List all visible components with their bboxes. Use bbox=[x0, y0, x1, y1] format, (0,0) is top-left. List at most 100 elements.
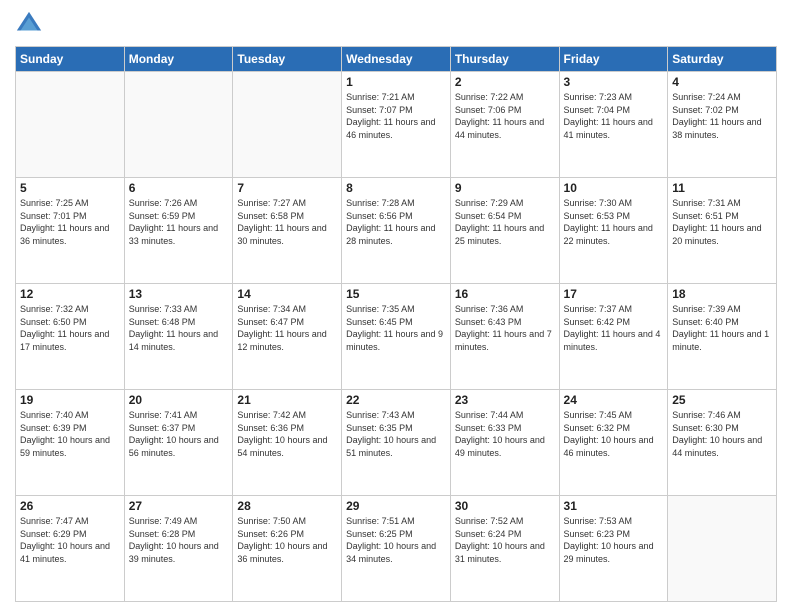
page: SundayMondayTuesdayWednesdayThursdayFrid… bbox=[0, 0, 792, 612]
day-info: Sunrise: 7:50 AM Sunset: 6:26 PM Dayligh… bbox=[237, 515, 337, 565]
day-info: Sunrise: 7:30 AM Sunset: 6:53 PM Dayligh… bbox=[564, 197, 664, 247]
day-number: 2 bbox=[455, 75, 555, 89]
day-number: 30 bbox=[455, 499, 555, 513]
day-info: Sunrise: 7:46 AM Sunset: 6:30 PM Dayligh… bbox=[672, 409, 772, 459]
day-info: Sunrise: 7:35 AM Sunset: 6:45 PM Dayligh… bbox=[346, 303, 446, 353]
calendar-cell: 31 Sunrise: 7:53 AM Sunset: 6:23 PM Dayli… bbox=[559, 496, 668, 602]
calendar-cell: 7 Sunrise: 7:27 AM Sunset: 6:58 PM Daylig… bbox=[233, 178, 342, 284]
day-info: Sunrise: 7:24 AM Sunset: 7:02 PM Dayligh… bbox=[672, 91, 772, 141]
day-number: 12 bbox=[20, 287, 120, 301]
calendar-cell: 5 Sunrise: 7:25 AM Sunset: 7:01 PM Daylig… bbox=[16, 178, 125, 284]
logo-icon bbox=[15, 10, 43, 38]
day-info: Sunrise: 7:51 AM Sunset: 6:25 PM Dayligh… bbox=[346, 515, 446, 565]
day-number: 15 bbox=[346, 287, 446, 301]
calendar-cell: 11 Sunrise: 7:31 AM Sunset: 6:51 PM Dayli… bbox=[668, 178, 777, 284]
calendar-cell: 13Sunrise: 7:33 AM Sunset: 6:48 PM Dayli… bbox=[124, 284, 233, 390]
calendar-cell: 21 Sunrise: 7:42 AM Sunset: 6:36 PM Dayli… bbox=[233, 390, 342, 496]
day-info: Sunrise: 7:27 AM Sunset: 6:58 PM Dayligh… bbox=[237, 197, 337, 247]
day-info: Sunrise: 7:25 AM Sunset: 7:01 PM Dayligh… bbox=[20, 197, 120, 247]
day-info: Sunrise: 7:23 AM Sunset: 7:04 PM Dayligh… bbox=[564, 91, 664, 141]
day-info: Sunrise: 7:39 AM Sunset: 6:40 PM Dayligh… bbox=[672, 303, 772, 353]
day-header-tuesday: Tuesday bbox=[233, 47, 342, 72]
day-info: Sunrise: 7:26 AM Sunset: 6:59 PM Dayligh… bbox=[129, 197, 229, 247]
calendar-cell: 18 Sunrise: 7:39 AM Sunset: 6:40 PM Dayli… bbox=[668, 284, 777, 390]
calendar-cell: 20 Sunrise: 7:41 AM Sunset: 6:37 PM Dayli… bbox=[124, 390, 233, 496]
calendar-cell: 22 Sunrise: 7:43 AM Sunset: 6:35 PM Dayli… bbox=[342, 390, 451, 496]
day-number: 4 bbox=[672, 75, 772, 89]
day-number: 8 bbox=[346, 181, 446, 195]
day-info: Sunrise: 7:43 AM Sunset: 6:35 PM Dayligh… bbox=[346, 409, 446, 459]
day-number: 17 bbox=[564, 287, 664, 301]
calendar-cell bbox=[668, 496, 777, 602]
day-info: Sunrise: 7:32 AM Sunset: 6:50 PM Dayligh… bbox=[20, 303, 120, 353]
day-info: Sunrise: 7:28 AM Sunset: 6:56 PM Dayligh… bbox=[346, 197, 446, 247]
calendar-cell: 8 Sunrise: 7:28 AM Sunset: 6:56 PM Daylig… bbox=[342, 178, 451, 284]
day-number: 16 bbox=[455, 287, 555, 301]
calendar-cell: 3 Sunrise: 7:23 AM Sunset: 7:04 PM Daylig… bbox=[559, 72, 668, 178]
day-info: Sunrise: 7:36 AM Sunset: 6:43 PM Dayligh… bbox=[455, 303, 555, 353]
calendar-cell: 6 Sunrise: 7:26 AM Sunset: 6:59 PM Daylig… bbox=[124, 178, 233, 284]
calendar-cell: 19 Sunrise: 7:40 AM Sunset: 6:39 PM Dayli… bbox=[16, 390, 125, 496]
day-number: 7 bbox=[237, 181, 337, 195]
day-number: 28 bbox=[237, 499, 337, 513]
day-number: 1 bbox=[346, 75, 446, 89]
day-header-saturday: Saturday bbox=[668, 47, 777, 72]
calendar-table: SundayMondayTuesdayWednesdayThursdayFrid… bbox=[15, 46, 777, 602]
day-number: 31 bbox=[564, 499, 664, 513]
calendar-cell bbox=[16, 72, 125, 178]
calendar-cell: 16 Sunrise: 7:36 AM Sunset: 6:43 PM Dayli… bbox=[450, 284, 559, 390]
day-number: 20 bbox=[129, 393, 229, 407]
calendar-cell: 10 Sunrise: 7:30 AM Sunset: 6:53 PM Dayli… bbox=[559, 178, 668, 284]
day-number: 27 bbox=[129, 499, 229, 513]
calendar: SundayMondayTuesdayWednesdayThursdayFrid… bbox=[15, 46, 777, 602]
week-row-4: 19 Sunrise: 7:40 AM Sunset: 6:39 PM Dayli… bbox=[16, 390, 777, 496]
calendar-cell bbox=[124, 72, 233, 178]
day-info: Sunrise: 7:37 AM Sunset: 6:42 PM Dayligh… bbox=[564, 303, 664, 353]
day-number: 18 bbox=[672, 287, 772, 301]
header-row: SundayMondayTuesdayWednesdayThursdayFrid… bbox=[16, 47, 777, 72]
day-info: Sunrise: 7:53 AM Sunset: 6:23 PM Dayligh… bbox=[564, 515, 664, 565]
day-number: 24 bbox=[564, 393, 664, 407]
day-number: 9 bbox=[455, 181, 555, 195]
day-number: 21 bbox=[237, 393, 337, 407]
day-number: 10 bbox=[564, 181, 664, 195]
week-row-1: 1 Sunrise: 7:21 AM Sunset: 7:07 PM Daylig… bbox=[16, 72, 777, 178]
calendar-cell: 26Sunrise: 7:47 AM Sunset: 6:29 PM Dayli… bbox=[16, 496, 125, 602]
day-number: 19 bbox=[20, 393, 120, 407]
logo bbox=[15, 10, 47, 38]
day-number: 14 bbox=[237, 287, 337, 301]
day-number: 6 bbox=[129, 181, 229, 195]
day-number: 11 bbox=[672, 181, 772, 195]
day-info: Sunrise: 7:31 AM Sunset: 6:51 PM Dayligh… bbox=[672, 197, 772, 247]
day-info: Sunrise: 7:47 AM Sunset: 6:29 PM Dayligh… bbox=[20, 515, 120, 565]
day-info: Sunrise: 7:22 AM Sunset: 7:06 PM Dayligh… bbox=[455, 91, 555, 141]
day-number: 22 bbox=[346, 393, 446, 407]
day-info: Sunrise: 7:34 AM Sunset: 6:47 PM Dayligh… bbox=[237, 303, 337, 353]
day-info: Sunrise: 7:41 AM Sunset: 6:37 PM Dayligh… bbox=[129, 409, 229, 459]
header bbox=[15, 10, 777, 38]
day-number: 13 bbox=[129, 287, 229, 301]
calendar-cell: 29 Sunrise: 7:51 AM Sunset: 6:25 PM Dayli… bbox=[342, 496, 451, 602]
calendar-cell: 25 Sunrise: 7:46 AM Sunset: 6:30 PM Dayli… bbox=[668, 390, 777, 496]
day-info: Sunrise: 7:40 AM Sunset: 6:39 PM Dayligh… bbox=[20, 409, 120, 459]
day-number: 5 bbox=[20, 181, 120, 195]
day-info: Sunrise: 7:52 AM Sunset: 6:24 PM Dayligh… bbox=[455, 515, 555, 565]
calendar-cell: 23Sunrise: 7:44 AM Sunset: 6:33 PM Dayli… bbox=[450, 390, 559, 496]
day-info: Sunrise: 7:42 AM Sunset: 6:36 PM Dayligh… bbox=[237, 409, 337, 459]
calendar-cell: 15 Sunrise: 7:35 AM Sunset: 6:45 PM Dayli… bbox=[342, 284, 451, 390]
day-number: 25 bbox=[672, 393, 772, 407]
week-row-5: 26Sunrise: 7:47 AM Sunset: 6:29 PM Dayli… bbox=[16, 496, 777, 602]
day-header-thursday: Thursday bbox=[450, 47, 559, 72]
calendar-cell: 30 Sunrise: 7:52 AM Sunset: 6:24 PM Dayli… bbox=[450, 496, 559, 602]
calendar-cell: 4 Sunrise: 7:24 AM Sunset: 7:02 PM Daylig… bbox=[668, 72, 777, 178]
week-row-3: 12 Sunrise: 7:32 AM Sunset: 6:50 PM Dayli… bbox=[16, 284, 777, 390]
day-number: 29 bbox=[346, 499, 446, 513]
day-number: 3 bbox=[564, 75, 664, 89]
day-header-friday: Friday bbox=[559, 47, 668, 72]
day-header-wednesday: Wednesday bbox=[342, 47, 451, 72]
calendar-cell: 24Sunrise: 7:45 AM Sunset: 6:32 PM Dayli… bbox=[559, 390, 668, 496]
calendar-cell: 12 Sunrise: 7:32 AM Sunset: 6:50 PM Dayli… bbox=[16, 284, 125, 390]
day-info: Sunrise: 7:21 AM Sunset: 7:07 PM Dayligh… bbox=[346, 91, 446, 141]
calendar-cell: 28 Sunrise: 7:50 AM Sunset: 6:26 PM Dayli… bbox=[233, 496, 342, 602]
week-row-2: 5 Sunrise: 7:25 AM Sunset: 7:01 PM Daylig… bbox=[16, 178, 777, 284]
